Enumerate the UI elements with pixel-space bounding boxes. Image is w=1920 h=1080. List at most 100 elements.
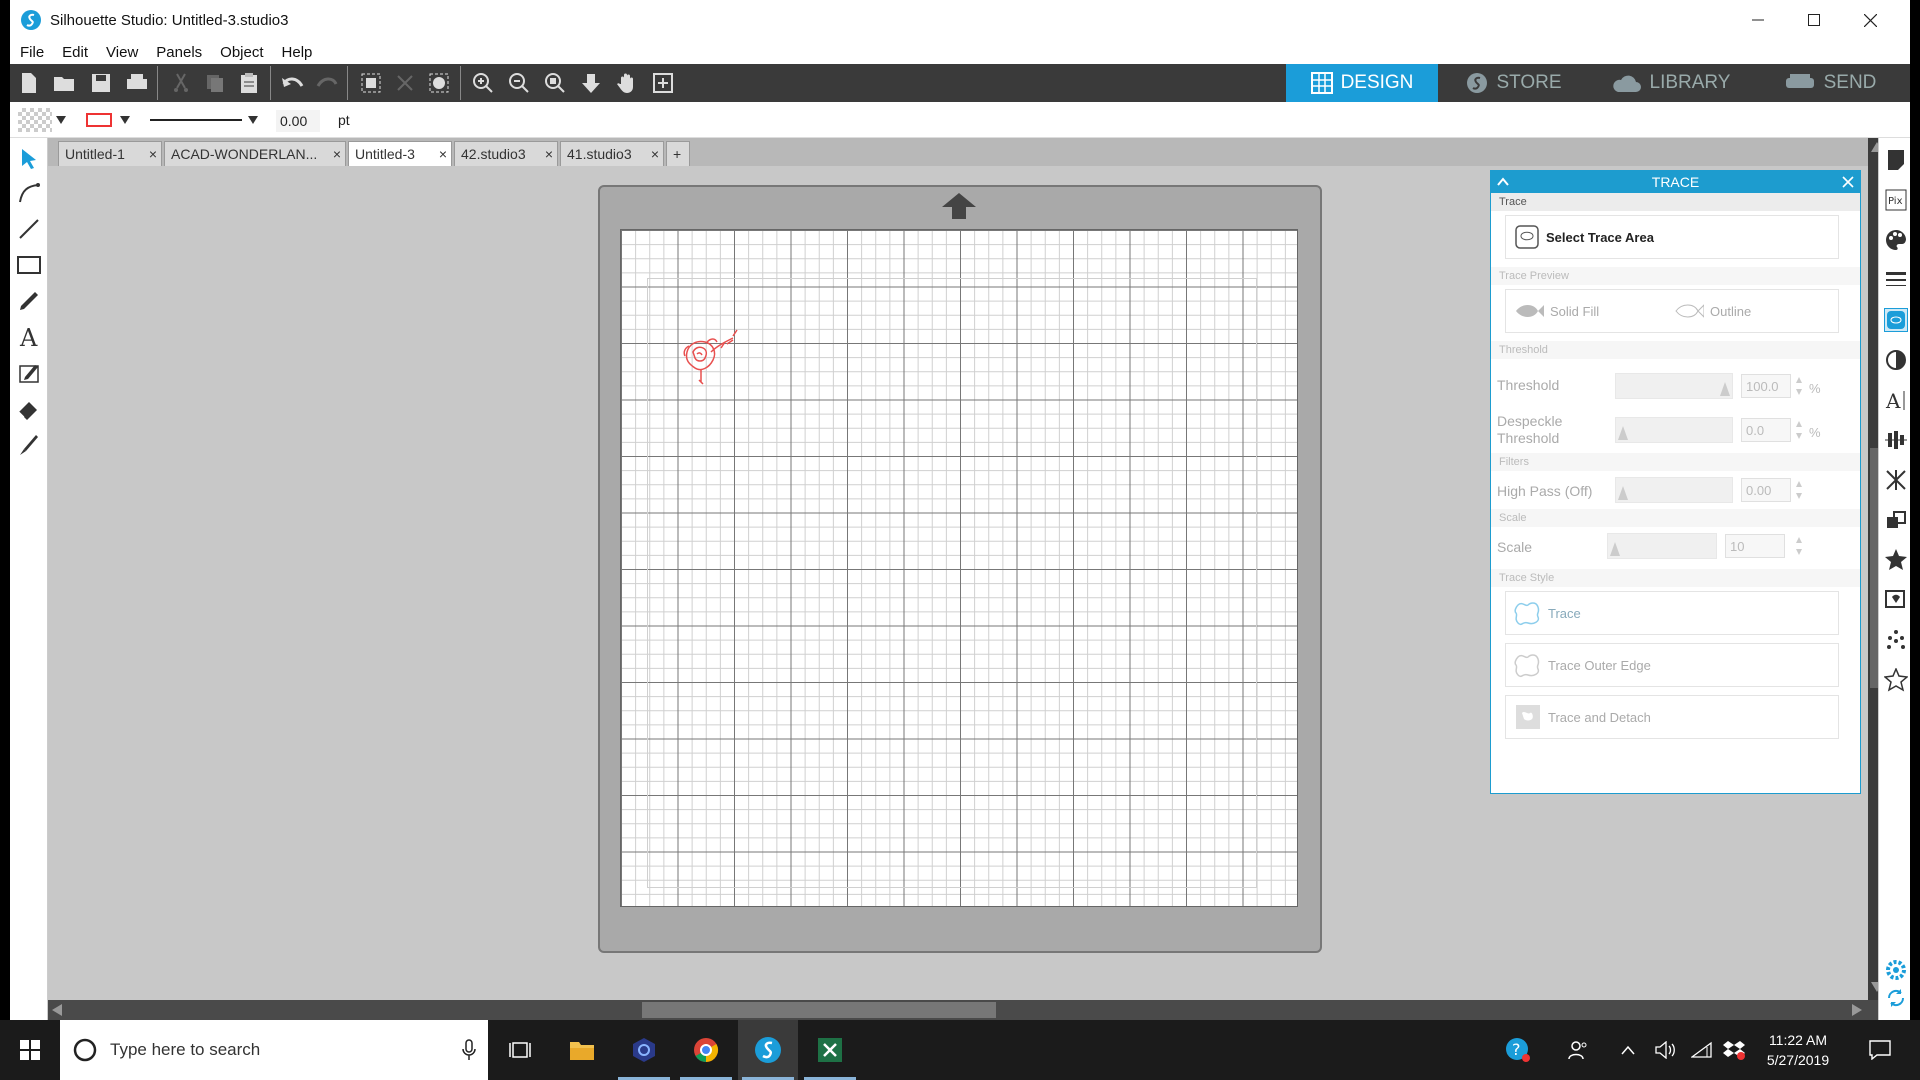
doc-tab-acad-wonderland[interactable]: ACAD-WONDERLAN... × [164,141,346,166]
paste-button[interactable] [234,68,264,98]
network-button[interactable] [1684,1020,1720,1080]
eraser-tool[interactable] [14,394,44,424]
taskbar-search-box[interactable]: Type here to search [60,1020,488,1080]
menu-edit[interactable]: Edit [54,44,96,61]
horizontal-scrollbar[interactable] [48,1000,1878,1020]
close-tab-icon[interactable]: × [651,146,659,162]
chevron-down-icon[interactable] [248,116,258,124]
menu-view[interactable]: View [98,44,146,61]
redo-button[interactable] [312,68,342,98]
align-button[interactable] [1884,428,1908,452]
minimize-button[interactable] [1730,0,1786,40]
replicate-button[interactable] [1884,508,1908,532]
line-tool[interactable] [14,214,44,244]
page-setup-button[interactable] [1884,148,1908,172]
dropbox-tray-button[interactable] [1716,1020,1752,1080]
settings-button[interactable] [1884,958,1908,982]
doc-tab-42[interactable]: 42.studio3 × [454,141,558,166]
select-tool[interactable] [14,144,44,174]
library-panel-button[interactable] [1884,668,1908,692]
close-panel-icon[interactable] [1842,171,1854,193]
silhouette-studio-taskbar-button[interactable] [738,1020,798,1080]
sketch-tool[interactable] [14,358,44,388]
pixscan-button[interactable]: Pix [1884,188,1908,212]
menu-help[interactable]: Help [274,44,321,61]
text-tool[interactable]: A [14,322,44,352]
taskbar-clock[interactable]: 11:22 AM 5/27/2019 [1752,1030,1844,1070]
start-button[interactable] [0,1020,60,1080]
trace-outer-edge-button[interactable]: Trace Outer Edge [1505,643,1839,687]
line-color-swatch[interactable] [86,113,112,127]
trace-button[interactable]: Trace [1505,591,1839,635]
doc-tab-untitled-1[interactable]: Untitled-1 × [58,141,162,166]
zoom-selected-button[interactable] [540,68,570,98]
line-style-panel-button[interactable] [1884,268,1908,292]
sync-button[interactable] [1884,986,1908,1010]
print-button[interactable] [122,68,152,98]
fill-panel-button[interactable] [1884,228,1908,252]
chevron-down-icon[interactable] [120,116,130,124]
task-view-button[interactable] [490,1020,550,1080]
collapse-chevron-icon[interactable] [1497,171,1509,193]
trace-and-detach-button[interactable]: Trace and Detach [1505,695,1839,739]
spinner-icon[interactable] [1795,536,1803,556]
excel-button[interactable] [800,1020,860,1080]
cut-button[interactable] [166,68,196,98]
close-window-button[interactable] [1842,0,1898,40]
threshold-input[interactable]: 100.0 [1741,374,1791,398]
doc-tab-41[interactable]: 41.studio3 × [560,141,664,166]
group-button[interactable] [356,68,386,98]
close-tab-icon[interactable]: × [545,146,553,162]
scale-input[interactable]: 10 [1725,534,1785,558]
fit-to-page-button[interactable] [576,68,606,98]
edit-points-tool[interactable] [14,178,44,208]
new-file-button[interactable] [14,68,44,98]
copy-button[interactable] [200,68,230,98]
scroll-thumb[interactable] [642,1002,996,1018]
doc-tab-untitled-3[interactable]: Untitled-3 × [348,141,452,166]
scroll-right-icon[interactable] [1852,1004,1862,1016]
select-trace-area-button[interactable]: Select Trace Area [1505,215,1839,259]
outline-option[interactable]: Outline [1674,303,1751,319]
undo-button[interactable] [278,68,308,98]
offset-button[interactable] [1884,588,1908,612]
despeckle-slider[interactable] [1615,417,1733,443]
open-button[interactable] [50,68,80,98]
microphone-icon[interactable] [462,1039,476,1061]
line-style-preview[interactable] [150,119,242,121]
despeckle-input[interactable]: 0.0 [1741,418,1791,442]
show-hidden-icons-button[interactable] [1610,1020,1646,1080]
people-button[interactable] [1556,1020,1600,1080]
close-tab-icon[interactable]: × [439,146,447,162]
image-effects-button[interactable] [1884,348,1908,372]
transform-button[interactable] [1884,468,1908,492]
rectangle-tool[interactable] [14,250,44,280]
menu-panels[interactable]: Panels [148,44,210,61]
close-tab-icon[interactable]: × [149,146,157,162]
trace-panel-button[interactable] [1884,308,1908,332]
save-button[interactable] [86,68,116,98]
threshold-slider[interactable] [1615,373,1733,399]
modify-button[interactable] [1884,548,1908,572]
zoom-in-button[interactable] [468,68,498,98]
scroll-left-icon[interactable] [52,1004,62,1016]
action-center-button[interactable] [1850,1020,1910,1080]
tab-library[interactable]: LIBRARY [1590,64,1750,102]
spinner-icon[interactable] [1795,420,1803,440]
draw-tool[interactable] [14,286,44,316]
solid-fill-option[interactable]: Solid Fill [1514,303,1674,319]
close-tab-icon[interactable]: × [333,146,341,162]
pan-button[interactable] [612,68,642,98]
line-width-input[interactable]: 0.00 [276,110,320,132]
menu-object[interactable]: Object [212,44,271,61]
menu-file[interactable]: File [12,44,52,61]
spinner-icon[interactable] [1795,480,1803,500]
help-tray-button[interactable]: ? [1496,1020,1540,1080]
rose-sketch-image[interactable] [677,322,747,392]
tab-store[interactable]: STORE [1438,64,1590,102]
tab-send[interactable]: SEND [1750,64,1910,102]
fill-color-swatch[interactable] [18,108,52,132]
chevron-down-icon[interactable] [56,116,66,124]
release-compound-button[interactable] [424,68,454,98]
maximize-button[interactable] [1786,0,1842,40]
